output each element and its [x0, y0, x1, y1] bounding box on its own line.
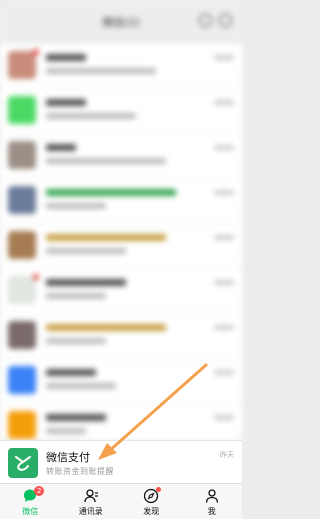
contacts-icon	[84, 489, 98, 503]
avatar	[8, 411, 36, 439]
bottom-tab-bar: 2 微信 通讯录 发现 我	[0, 483, 242, 519]
tab-label: 通讯录	[78, 507, 103, 516]
avatar	[8, 186, 36, 214]
tab-contacts[interactable]: 通讯录	[61, 484, 122, 519]
unread-dot	[33, 274, 39, 280]
tab-label: 微信	[22, 507, 39, 516]
tab-chats[interactable]: 2 微信	[0, 484, 61, 519]
list-item[interactable]	[0, 224, 242, 269]
list-item[interactable]	[0, 314, 242, 359]
notification-dot	[156, 487, 162, 492]
list-item[interactable]	[0, 404, 242, 440]
list-item[interactable]	[0, 89, 242, 134]
chat-preview: 转账资金到账提醒	[46, 467, 114, 476]
list-item[interactable]	[0, 134, 242, 179]
add-icon[interactable]	[219, 14, 232, 27]
avatar	[8, 231, 36, 259]
list-item[interactable]	[0, 44, 242, 89]
chat-time: 昨天	[220, 451, 234, 459]
chat-title: 微信支付	[46, 451, 90, 464]
avatar	[8, 276, 36, 304]
unread-badge: 2	[34, 486, 45, 496]
chat-list	[0, 44, 242, 440]
list-item[interactable]	[0, 179, 242, 224]
wechat-pay-logo-icon	[15, 456, 31, 471]
list-item[interactable]	[0, 269, 242, 314]
avatar	[8, 321, 36, 349]
list-item[interactable]	[0, 359, 242, 404]
avatar	[8, 96, 36, 124]
tab-label: 我	[207, 507, 216, 516]
blurred-chat-area: 微信(2)	[0, 0, 242, 440]
wechat-pay-avatar	[8, 448, 38, 478]
tab-discover[interactable]: 发现	[121, 484, 182, 519]
avatar	[8, 366, 36, 394]
unread-dot	[33, 49, 39, 55]
tab-label: 发现	[143, 507, 160, 516]
avatar	[8, 51, 36, 79]
avatar	[8, 141, 36, 169]
search-icon[interactable]	[199, 14, 212, 27]
tab-me[interactable]: 我	[182, 484, 243, 519]
wechat-pay-chat-item[interactable]: 微信支付 转账资金到账提醒 昨天	[0, 440, 242, 484]
person-icon	[205, 489, 218, 503]
top-bar: 微信(2)	[0, 0, 242, 44]
